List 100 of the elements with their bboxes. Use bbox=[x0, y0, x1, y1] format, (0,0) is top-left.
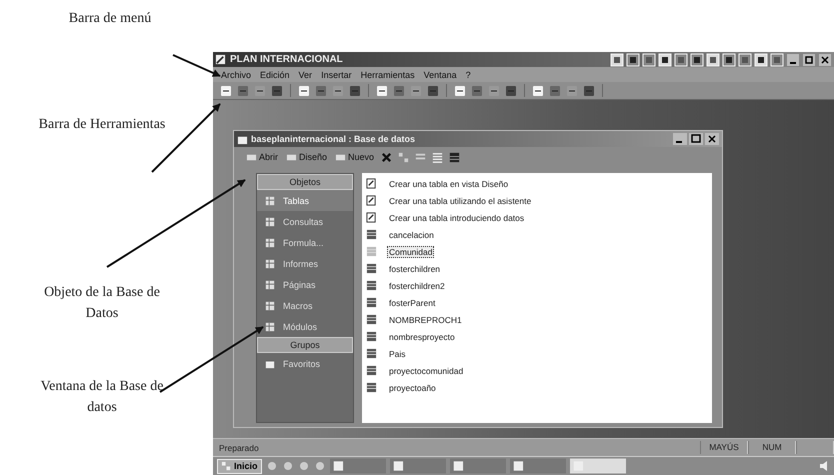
taskbar-button[interactable] bbox=[390, 458, 446, 474]
annotation-label: Barra de Herramientas bbox=[38, 116, 166, 134]
shortcut-icon[interactable] bbox=[690, 52, 704, 66]
toolbar-icon[interactable] bbox=[531, 84, 545, 98]
object-icon bbox=[265, 280, 275, 290]
shortcut-icon[interactable] bbox=[754, 52, 768, 66]
table-icon bbox=[366, 382, 377, 393]
list-item[interactable]: Comunidad bbox=[387, 246, 434, 258]
annotation-label: Objeto de la Base de Datos bbox=[43, 284, 161, 323]
shortcut-icon[interactable] bbox=[722, 52, 736, 66]
wizard-icon bbox=[366, 212, 377, 223]
window-title: baseplaninternacional : Base de datos bbox=[251, 134, 416, 144]
section-header[interactable]: Grupos bbox=[257, 337, 353, 353]
list-item[interactable]: proyectoaño bbox=[387, 382, 438, 394]
object-icon bbox=[265, 196, 275, 206]
close-icon[interactable] bbox=[705, 133, 719, 145]
taskbar-button[interactable] bbox=[510, 458, 566, 474]
speaker-icon[interactable] bbox=[818, 460, 830, 472]
list-item[interactable]: Pais bbox=[387, 348, 408, 360]
taskbar-button[interactable] bbox=[570, 458, 626, 474]
maximize-icon[interactable] bbox=[802, 52, 816, 66]
shortcut-icon[interactable] bbox=[610, 52, 624, 66]
annotation-label: Barra de menú bbox=[68, 10, 152, 28]
window-title: PLAN INTERNACIONAL bbox=[230, 54, 343, 65]
object-item[interactable]: Formula... bbox=[257, 232, 353, 253]
table-icon bbox=[366, 246, 377, 257]
wizard-icon bbox=[366, 195, 377, 206]
windows-icon bbox=[221, 460, 232, 472]
menu-item[interactable]: Insertar bbox=[321, 70, 352, 80]
status-indicator: MAYÚS bbox=[700, 441, 748, 454]
object-icon bbox=[265, 216, 275, 226]
list-item[interactable]: fosterchildren2 bbox=[387, 280, 447, 292]
menu-item[interactable]: Ventana bbox=[424, 70, 457, 80]
shortcut-icon[interactable] bbox=[674, 52, 688, 66]
arrow bbox=[172, 54, 221, 77]
status-text: Preparado bbox=[218, 442, 259, 452]
object-item[interactable]: Tablas bbox=[257, 190, 353, 211]
list-item[interactable]: proyectocomunidad bbox=[387, 364, 466, 376]
shortcut-icon[interactable] bbox=[658, 52, 672, 66]
maximize-icon[interactable] bbox=[689, 133, 703, 145]
list-item[interactable]: fosterchildren bbox=[387, 262, 442, 274]
delete-icon[interactable] bbox=[380, 150, 394, 164]
menu-item[interactable]: Archivo bbox=[221, 70, 252, 80]
object-item[interactable]: Macros bbox=[257, 295, 353, 316]
list-icon[interactable] bbox=[431, 150, 444, 164]
toolbar-button[interactable]: Diseño bbox=[284, 152, 330, 162]
toolbar-icon[interactable] bbox=[409, 84, 423, 98]
object-item[interactable]: Consultas bbox=[257, 211, 353, 232]
object-item[interactable]: Páginas bbox=[257, 274, 353, 295]
menu-item[interactable]: Edición bbox=[260, 70, 290, 80]
minimize-icon[interactable] bbox=[786, 52, 800, 66]
close-icon[interactable] bbox=[818, 52, 832, 66]
menu-item[interactable]: Herramientas bbox=[360, 70, 415, 80]
table-icon bbox=[366, 331, 377, 342]
section-header[interactable]: Objetos bbox=[257, 174, 353, 190]
menu-item[interactable]: ? bbox=[466, 70, 471, 80]
toolbar-icon[interactable] bbox=[219, 84, 233, 98]
toolbar-button[interactable]: Nuevo bbox=[333, 152, 376, 162]
folder-icon bbox=[265, 358, 275, 368]
minimize-icon[interactable] bbox=[673, 133, 687, 145]
list-item[interactable]: nombresproyecto bbox=[387, 330, 457, 342]
object-icon bbox=[265, 300, 275, 310]
annotation-label: Ventana de la Base de datos bbox=[40, 378, 164, 417]
table-icon bbox=[366, 365, 377, 376]
shortcut-icon[interactable] bbox=[642, 52, 656, 66]
list-item[interactable]: Crear una tabla introduciendo datos bbox=[387, 212, 526, 224]
object-icon bbox=[265, 322, 275, 332]
table-icon bbox=[366, 263, 377, 274]
toolbar-icon[interactable] bbox=[453, 84, 467, 98]
toolbar-icon[interactable] bbox=[487, 84, 501, 98]
shortcut-icon[interactable] bbox=[626, 52, 640, 66]
object-item[interactable]: Módulos bbox=[257, 316, 353, 337]
toolbar-button[interactable]: Abrir bbox=[244, 152, 280, 162]
shortcut-icon[interactable] bbox=[738, 52, 752, 66]
list-item[interactable]: fosterParent bbox=[387, 296, 438, 308]
toolbar-icon[interactable] bbox=[331, 84, 345, 98]
start-button[interactable]: Inicio bbox=[217, 458, 262, 474]
table-icon bbox=[366, 314, 377, 325]
details-icon[interactable] bbox=[448, 150, 462, 164]
list-item[interactable]: Crear una tabla en vista Diseño bbox=[387, 178, 510, 190]
table-icon bbox=[366, 297, 377, 308]
list-item[interactable]: Crear una tabla utilizando el asistente bbox=[387, 194, 534, 206]
group-item[interactable]: Favoritos bbox=[257, 353, 353, 374]
toolbar-icon[interactable] bbox=[253, 84, 267, 98]
toolbar-icon[interactable] bbox=[297, 84, 311, 98]
toolbar-icon[interactable] bbox=[375, 84, 389, 98]
toolbar-icon[interactable] bbox=[565, 84, 579, 98]
object-item[interactable]: Informes bbox=[257, 253, 353, 274]
taskbar-button[interactable] bbox=[330, 458, 386, 474]
object-icon bbox=[265, 238, 275, 248]
object-icon bbox=[265, 258, 275, 268]
list-item[interactable]: NOMBREPROCH1 bbox=[387, 314, 464, 326]
shortcut-icon[interactable] bbox=[706, 52, 720, 66]
menu-item[interactable]: Ver bbox=[298, 70, 312, 80]
status-indicator: NUM bbox=[748, 441, 796, 454]
wizard-icon bbox=[366, 178, 377, 189]
list-item[interactable]: cancelacion bbox=[387, 228, 436, 240]
taskbar-button[interactable] bbox=[450, 458, 506, 474]
table-icon bbox=[366, 280, 377, 291]
shortcut-icon[interactable] bbox=[770, 52, 784, 66]
